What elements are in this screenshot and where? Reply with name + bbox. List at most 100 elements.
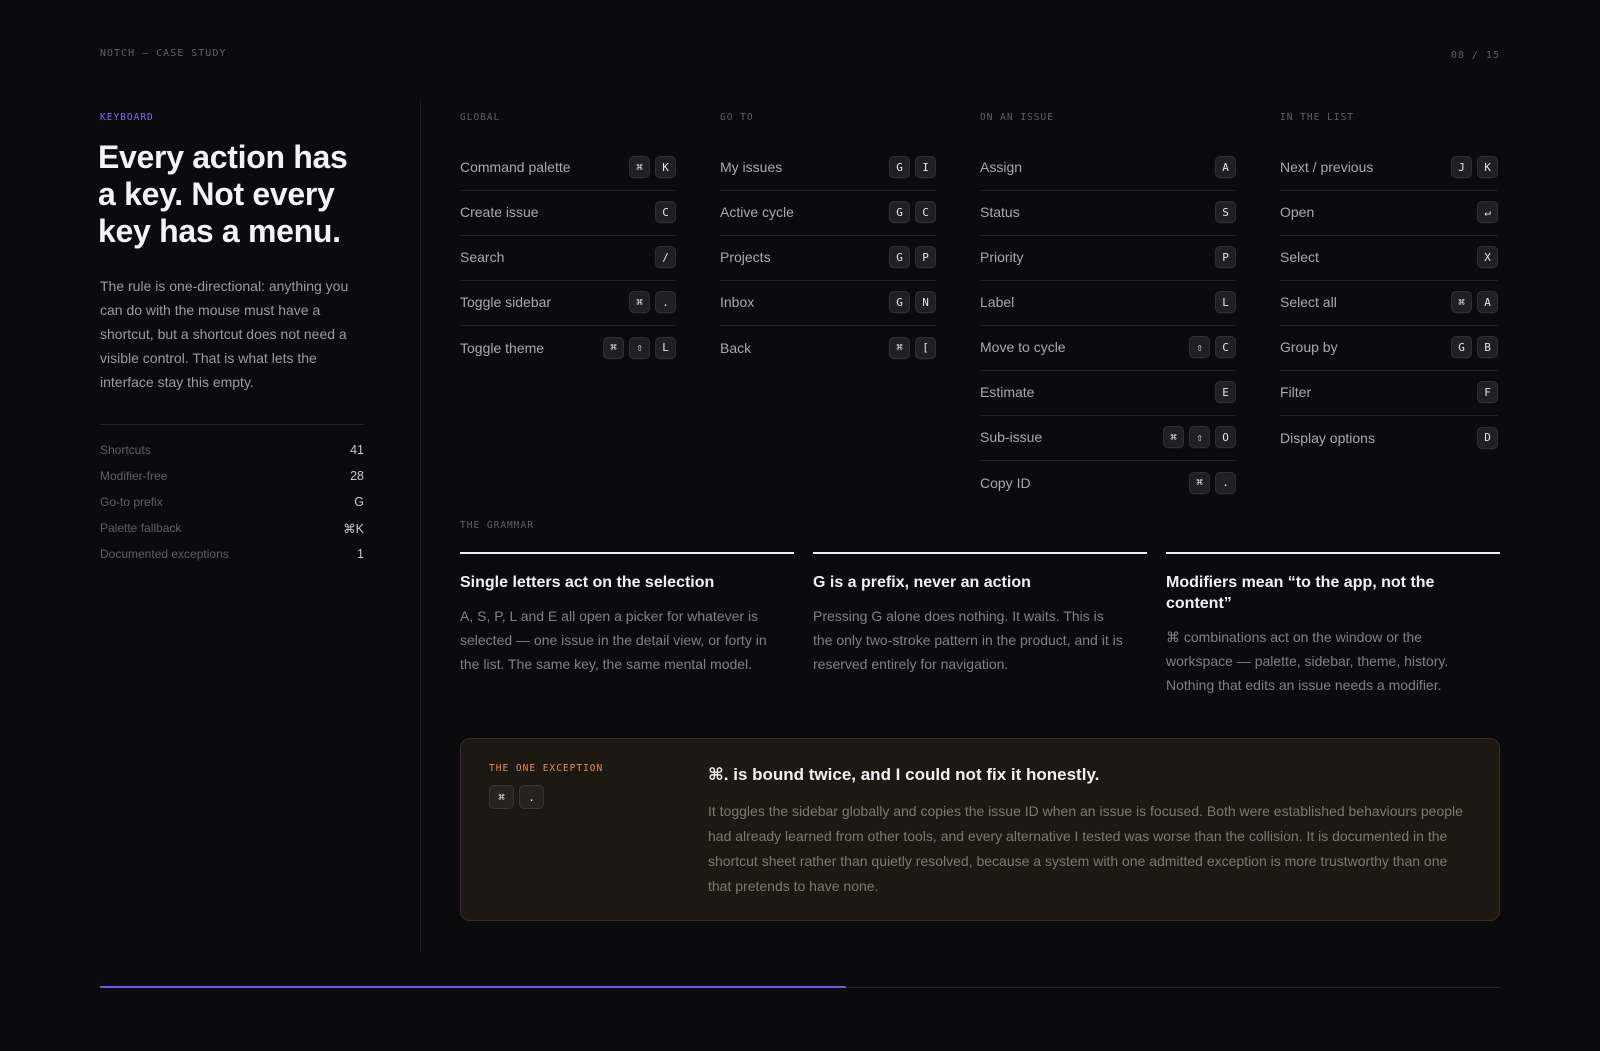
shortcut-row[interactable]: Priority P bbox=[980, 236, 1236, 281]
key-combo: GP bbox=[889, 246, 936, 268]
keycap: L bbox=[1215, 291, 1236, 313]
shortcut-label: Group by bbox=[1280, 339, 1338, 355]
grammar-card: G is a prefix, never an action Pressing G… bbox=[813, 552, 1147, 676]
key-combo: L bbox=[1215, 291, 1236, 313]
keycap: . bbox=[655, 291, 676, 313]
keycap: G bbox=[889, 156, 910, 178]
stat-row: Documented exceptions 1 bbox=[100, 541, 364, 567]
shortcut-list: Command palette ⌘ K Create issue C Search / Tog… bbox=[460, 146, 676, 371]
progress-bar bbox=[100, 986, 1500, 988]
key-combo: ↵ bbox=[1477, 201, 1498, 223]
keycap: ⌘ bbox=[629, 291, 650, 313]
key-combo: / bbox=[655, 246, 676, 268]
shortcut-row[interactable]: Active cycle G C bbox=[720, 191, 936, 236]
keycap: ⇧ bbox=[1189, 426, 1210, 448]
keycap: D bbox=[1477, 426, 1498, 449]
key-combo: JK bbox=[1451, 156, 1498, 178]
shortcut-row[interactable]: Open ↵ bbox=[1280, 191, 1498, 236]
keycap: [ bbox=[915, 336, 936, 359]
grammar-card: Modifiers mean “to the app, not the cont… bbox=[1166, 552, 1500, 697]
shortcut-label: Projects bbox=[720, 249, 771, 265]
shortcut-label: Display options bbox=[1280, 429, 1375, 446]
shortcut-label: My issues bbox=[720, 159, 783, 175]
shortcut-row[interactable]: Group by G B bbox=[1280, 326, 1498, 371]
shortcut-row[interactable]: Inbox G N bbox=[720, 281, 936, 326]
shortcut-row[interactable]: Back ⌘[ bbox=[720, 326, 936, 371]
shortcut-label: Label bbox=[980, 294, 1015, 310]
stat-row: Go-to prefix G bbox=[100, 489, 364, 515]
shortcut-row[interactable]: Assign A bbox=[980, 146, 1236, 191]
shortcut-row[interactable]: Select X bbox=[1280, 236, 1498, 281]
keycap: A bbox=[1477, 291, 1498, 313]
keycap: F bbox=[1477, 381, 1498, 403]
shortcut-row[interactable]: Projects G P bbox=[720, 236, 936, 281]
stat-value: G bbox=[354, 495, 364, 509]
page-title: Every action has a key. Not every key ha… bbox=[98, 139, 348, 249]
key-combo: S bbox=[1215, 201, 1236, 223]
keycap: S bbox=[1215, 201, 1236, 223]
key-combo: ⇧ C bbox=[1189, 336, 1236, 358]
keycap: ⇧ bbox=[1189, 336, 1210, 358]
key-combo: GB bbox=[1451, 336, 1498, 358]
keycap: A bbox=[1215, 156, 1236, 178]
progress-fill bbox=[100, 986, 847, 988]
shortcut-row[interactable]: Estimate E bbox=[980, 371, 1236, 416]
shortcut-label: Toggle sidebar bbox=[460, 294, 552, 310]
shortcut-row[interactable]: Next / previous J K bbox=[1280, 146, 1498, 191]
keycap: G bbox=[889, 291, 910, 313]
shortcut-row[interactable]: Copy ID ⌘. bbox=[980, 461, 1236, 506]
shortcut-group-global: GLOBAL Command palette ⌘ K Create issue C Sear… bbox=[460, 112, 676, 371]
keycap: ⌘ bbox=[1451, 291, 1472, 313]
keycap: ⌘ bbox=[603, 336, 624, 359]
intro-panel: KEYBOARD Every action has a key. Not eve… bbox=[98, 112, 364, 567]
grammar-card-title: Modifiers mean “to the app, not the cont… bbox=[1166, 574, 1435, 612]
key-combo: P bbox=[1215, 246, 1236, 268]
keycap: B bbox=[1477, 336, 1498, 358]
shortcut-row[interactable]: Label L bbox=[980, 281, 1236, 326]
grammar-heading: THE GRAMMAR bbox=[460, 520, 534, 531]
keycap: G bbox=[1451, 336, 1472, 358]
keycap: ⌘ bbox=[1189, 471, 1210, 494]
keycap: E bbox=[1215, 381, 1236, 403]
shortcut-label: Priority bbox=[980, 249, 1024, 265]
shortcut-row[interactable]: Filter F bbox=[1280, 371, 1498, 416]
shortcut-label: Create issue bbox=[460, 204, 539, 220]
keycap: K bbox=[655, 156, 676, 178]
keycap: G bbox=[889, 201, 910, 223]
keycap: X bbox=[1477, 246, 1498, 268]
shortcut-row[interactable]: Move to cycle ⇧ C bbox=[980, 326, 1236, 371]
shortcut-label: Toggle theme bbox=[460, 339, 545, 356]
shortcut-row[interactable]: Display options D bbox=[1280, 416, 1498, 461]
shortcut-row[interactable]: Status S bbox=[980, 191, 1236, 236]
keycap: / bbox=[655, 246, 676, 268]
key-combo: D bbox=[1477, 426, 1498, 449]
shortcut-row[interactable]: Sub-issue ⌘ ⇧ O bbox=[980, 416, 1236, 461]
keycap: C bbox=[655, 201, 676, 223]
keycap: ⇧ bbox=[629, 336, 650, 359]
shortcut-row[interactable]: Select all ⌘ A bbox=[1280, 281, 1498, 326]
shortcut-label: Next / previous bbox=[1280, 159, 1374, 175]
grammar-card: Single letters act on the selection A, S,… bbox=[460, 552, 794, 676]
shortcut-list: Next / previous J K Open ↵ Select X Select all ⌘… bbox=[1280, 146, 1498, 461]
key-combo: ⌘ ⇧ O bbox=[1163, 426, 1236, 448]
shortcut-label: Select bbox=[1280, 249, 1319, 265]
stat-label: Palette fallback bbox=[100, 521, 182, 535]
stat-value: ⌘K bbox=[343, 521, 364, 536]
shortcut-row[interactable]: Search / bbox=[460, 236, 676, 281]
exception-label: THE ONE EXCEPTION bbox=[489, 763, 604, 774]
stats-list: Shortcuts 41 Modifier-free 28 Go-to prefix G P… bbox=[100, 424, 364, 567]
shortcut-row[interactable]: My issues G I bbox=[720, 146, 936, 191]
shortcut-label: Inbox bbox=[720, 294, 755, 310]
shortcut-list: My issues G I Active cycle G C Projects G P Inbox… bbox=[720, 146, 936, 371]
keycap: C bbox=[915, 201, 936, 223]
shortcut-row[interactable]: Create issue C bbox=[460, 191, 676, 236]
intro-paragraph: The rule is one-directional: anything yo… bbox=[100, 278, 349, 390]
shortcut-row[interactable]: Toggle theme ⌘ ⇧ L bbox=[460, 326, 676, 371]
shortcut-row[interactable]: Command palette ⌘ K bbox=[460, 146, 676, 191]
keycap: J bbox=[1451, 156, 1472, 178]
shortcut-row[interactable]: Toggle sidebar ⌘. bbox=[460, 281, 676, 326]
keycap: C bbox=[1215, 336, 1236, 358]
section-eyebrow: KEYBOARD bbox=[100, 112, 154, 123]
shortcut-label: Sub-issue bbox=[980, 429, 1043, 445]
shortcut-group-go-to: GO TO My issues G I Active cycle G C Projects G P… bbox=[720, 112, 936, 371]
